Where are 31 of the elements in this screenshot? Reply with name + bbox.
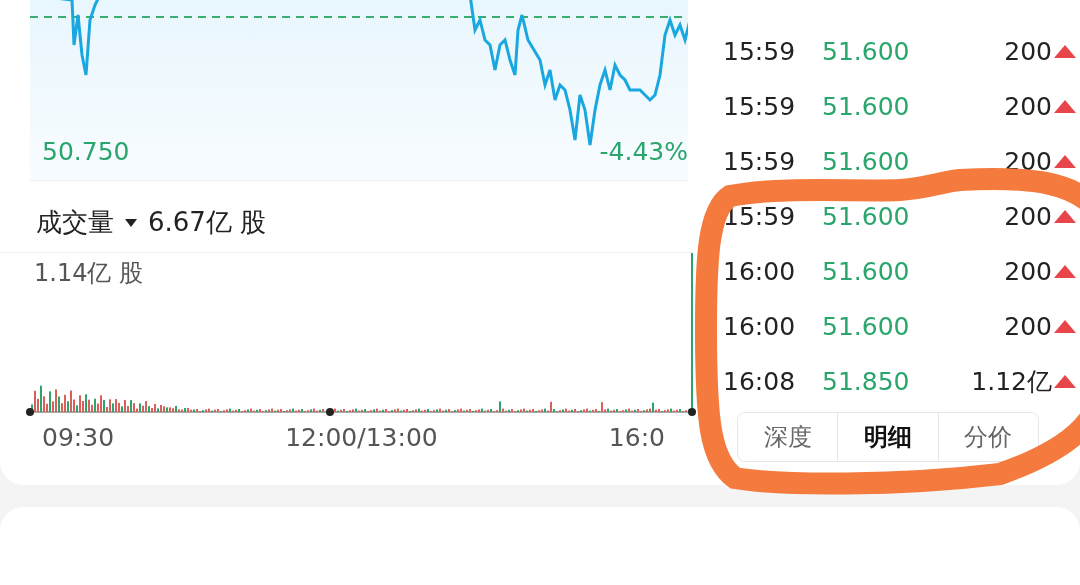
trade-time: 15:59 (723, 202, 797, 231)
trade-size: 1.12亿 (970, 366, 1052, 398)
volume-max-label: 1.14亿 股 (34, 258, 144, 289)
dropdown-caret-icon[interactable] (124, 217, 138, 228)
trade-price: 51.600 (822, 312, 911, 341)
trade-size: 200 (1003, 257, 1052, 286)
volume-title[interactable]: 成交量 (36, 205, 114, 240)
trade-size: 200 (1003, 202, 1052, 231)
tab[interactable]: 深度 (738, 413, 839, 461)
low-price-label: 50.750 (42, 137, 130, 166)
trade-time: 15:59 (723, 37, 797, 66)
time-axis-label: 16:0 (608, 423, 665, 452)
change-percent-label: -4.43% (599, 137, 688, 166)
trade-price: 51.600 (822, 37, 911, 66)
volume-total: 6.67亿 股 (148, 206, 267, 239)
trade-time: 15:59 (723, 92, 797, 121)
trade-time: 16:00 (723, 312, 797, 341)
time-axis-label: 12:00/13:00 (285, 423, 438, 452)
trade-size: 200 (1003, 312, 1052, 341)
trade-time: 15:59 (723, 147, 797, 176)
trade-size: 200 (1003, 37, 1052, 66)
time-axis-label: 09:30 (42, 423, 115, 452)
trade-price: 51.600 (822, 147, 911, 176)
trade-size: 200 (1003, 147, 1052, 176)
trade-price: 51.850 (822, 367, 911, 396)
trade-price: 51.600 (822, 257, 911, 286)
trade-time: 16:00 (723, 257, 797, 286)
trade-size: 200 (1003, 92, 1052, 121)
trade-price: 51.600 (822, 92, 911, 121)
trade-price: 51.600 (822, 202, 911, 231)
trade-time: 16:08 (723, 367, 797, 396)
